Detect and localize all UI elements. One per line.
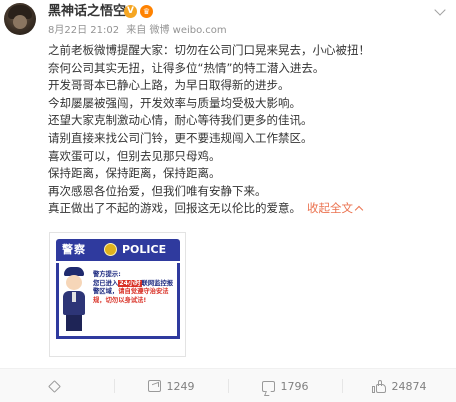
post-last-line: 真正做出了不起的游戏，回报这无以伦比的爱意。 收起全文 <box>48 200 452 218</box>
post-header: 黑神话之悟空 V ♛ 8月22日 21:02 来自 微博 weibo.com <box>0 0 456 42</box>
post-meta: 8月22日 21:02 来自 微博 weibo.com <box>48 25 227 37</box>
post-line: 之前老板微博提醒大家：切勿在公司门口晃来晃去，小心被扭！ <box>48 43 370 57</box>
officer-legs <box>66 315 82 331</box>
notice-highlight: 24小时 <box>118 279 142 287</box>
comment-count: 1796 <box>280 379 309 393</box>
share-count: 1249 <box>166 379 195 393</box>
like-icon <box>371 379 386 393</box>
collapse-label: 收起全文 <box>307 201 353 216</box>
post-body: 之前老板微博提醒大家：切勿在公司门口晃来晃去，小心被扭！ 奈何公司其实无扭，让得… <box>48 42 452 218</box>
post-date[interactable]: 8月22日 21:02 <box>48 25 119 36</box>
avatar[interactable] <box>4 3 36 35</box>
officer-tie <box>72 292 76 302</box>
like-count: 24874 <box>391 379 427 393</box>
police-banner-en: POLICE <box>122 243 167 256</box>
police-sign: 警察 POLICE 警方提示: 您已进入24小时联网监控报警区域，请自觉遵守治安… <box>56 239 180 351</box>
officer-head <box>66 275 82 290</box>
action-bar: 1249 1796 24874 <box>0 368 456 402</box>
collapse-link[interactable]: 收起全文 <box>307 201 364 216</box>
post-source[interactable]: 微博 weibo.com <box>149 25 226 36</box>
chevron-down-icon[interactable] <box>434 4 446 16</box>
verified-badge-icon: V <box>124 5 137 18</box>
like-icon-palm <box>375 383 386 393</box>
post-line: 今却屡屡被强闯，开发效率与质量均受极大影响。 <box>48 95 301 110</box>
police-emblem-icon <box>104 243 117 256</box>
police-notice: 警方提示: 您已进入24小时联网监控报警区域，请自觉遵守治安法规，切勿以身试法! <box>93 271 177 305</box>
share-icon <box>147 380 161 392</box>
police-banner-cn: 警察 <box>62 243 86 256</box>
post-line: 还望大家克制激动心情，耐心等待我们更多的佳讯。 <box>48 113 313 128</box>
notice-pre: 您已进入 <box>93 279 119 287</box>
police-officer-icon <box>60 267 88 333</box>
post-line: 开发哥哥本已静心上路，为早日取得新的进步。 <box>48 78 290 93</box>
notice-line: 您已进入24小时联网监控报警区域，请自觉遵守治安法规，切勿以身试法! <box>93 279 177 306</box>
author-name[interactable]: 黑神话之悟空 <box>48 4 126 20</box>
chevron-up-icon <box>354 206 364 215</box>
post-line: 保持距离，保持距离，保持距离。 <box>48 166 221 181</box>
weibo-post-card: 黑神话之悟空 V ♛ 8月22日 21:02 来自 微博 weibo.com 之… <box>0 0 456 402</box>
share-button[interactable]: 1249 <box>114 369 228 402</box>
post-source-prefix: 来自 <box>126 25 147 36</box>
favorite-button[interactable] <box>0 369 114 402</box>
police-banner: 警察 POLICE <box>56 239 180 261</box>
notice-title: 警方提示: <box>93 271 121 278</box>
post-line: 请别直接来找公司门铃，更不要违规闯入工作禁区。 <box>48 130 313 145</box>
vip-badge-icon: ♛ <box>140 5 153 18</box>
post-image-police-sign[interactable]: 警察 POLICE 警方提示: 您已进入24小时联网监控报警区域，请自觉遵守治安… <box>49 232 186 357</box>
post-line: 再次感恩各位抬爱，但我们唯有安静下来。 <box>48 183 267 198</box>
post-line: 奈何公司其实无扭，让得多位“热情”的特工潜入进去。 <box>48 60 325 75</box>
star-icon <box>47 379 61 393</box>
like-button[interactable]: 24874 <box>342 369 456 402</box>
post-line: 喜欢蛋可以，但别去见那只母鸡。 <box>48 148 221 163</box>
avatar-face <box>13 15 27 29</box>
comment-icon <box>261 380 275 392</box>
comment-button[interactable]: 1796 <box>228 369 342 402</box>
post-line: 真正做出了不起的游戏，回报这无以伦比的爱意。 <box>48 201 301 216</box>
like-icon-cuff <box>371 385 375 393</box>
